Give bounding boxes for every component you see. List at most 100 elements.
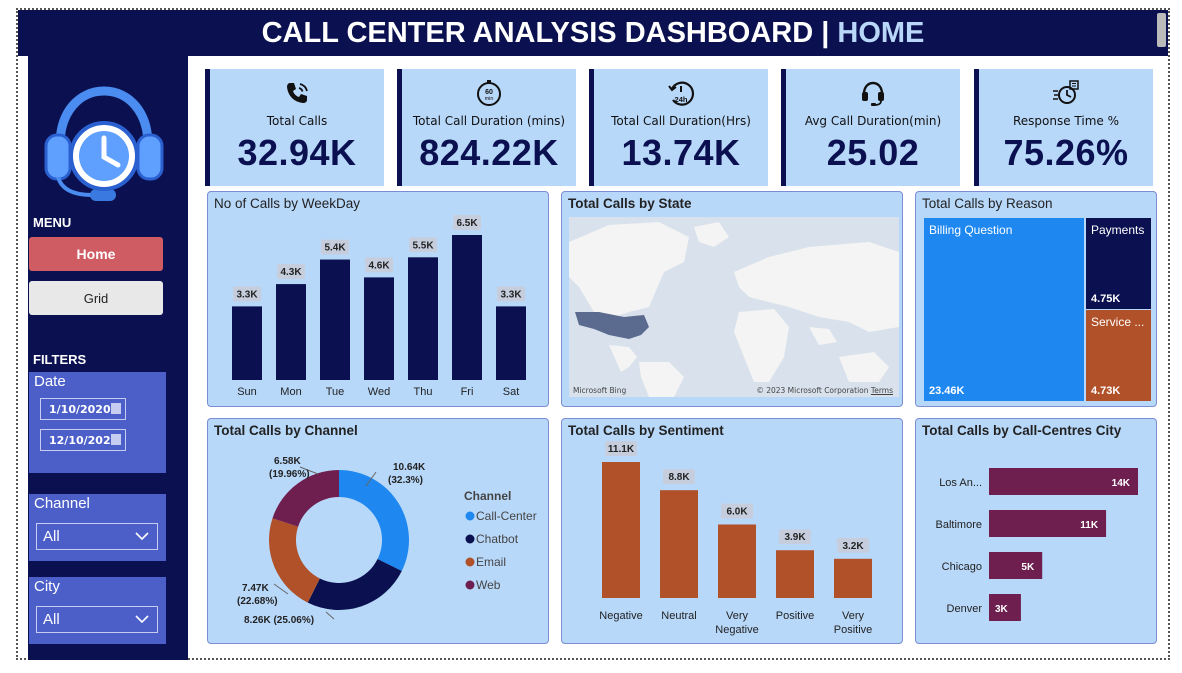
data-label: 4.3K [280,267,302,278]
data-label: 4.6K [368,260,390,271]
data-label: (22.68%) [237,596,278,607]
date-start-input[interactable]: 1/10/2020 [40,398,126,420]
legend-label: Chatbot [476,532,519,546]
channel-donut-chart: 10.64K (32.3%) 8.26K (25.06%) 7.47K (22.68%)… [237,456,537,626]
data-label: (32.3%) [388,475,423,486]
x-tick-label: Fri [461,386,474,398]
phone-icon [287,83,308,103]
data-label: 10.64K [393,462,426,473]
weekday-chart-panel: No of Calls by WeekDay 3.3K Sun 4.3K Mon 5.4… [207,191,549,407]
weekday-bar[interactable] [320,259,350,380]
weekday-bar[interactable] [276,284,306,380]
channel-donut-panel: Total Calls by Channel 10.64K (32.3%) 8.26… [207,418,549,644]
sentiment-bar[interactable] [834,558,872,598]
sentiment-bar[interactable] [718,524,756,598]
data-label: 3K [995,604,1009,615]
city-filter-label: City [34,578,60,595]
reason-treemap-panel: Total Calls by Reason Billing Question 2… [915,191,1157,407]
filters-heading: FILTERS [33,352,87,367]
sentiment-bar[interactable] [602,462,640,598]
world-map[interactable]: Microsoft Bing © 2023 Microsoft Corporat… [569,217,899,397]
city-dropdown[interactable]: All [36,606,158,633]
treemap-tile-billing[interactable]: Billing Question 23.46K [924,218,1084,401]
legend-marker [465,534,475,544]
city-bar[interactable] [989,552,1043,579]
data-label: 5K [1021,562,1035,573]
weekday-bar[interactable] [496,306,526,380]
legend-title: Channel [464,489,511,503]
world-map-shapes [569,217,899,397]
weekday-bar[interactable] [408,257,438,380]
data-label: 11.1K [608,444,635,455]
kpi-card-total-call-duration-mins: 60 min Total Call Duration (mins) 824.22… [397,69,576,186]
y-tick-label: Chicago [942,561,982,573]
x-tick-label: Sun [237,386,257,398]
kpi-value: 32.94K [237,132,357,173]
y-tick-label: Los An... [939,477,982,489]
treemap-tile-name: Payments [1091,223,1145,237]
channel-dropdown[interactable]: All [36,523,158,550]
treemap-tile-payments[interactable]: Payments 4.75K [1086,218,1151,309]
terms-link[interactable]: Terms [871,386,893,395]
clock-24h-icon: 24h [668,81,695,106]
x-tick-label: Very [726,610,749,622]
weekday-bar[interactable] [364,277,394,380]
channel-dropdown-value: All [43,528,60,545]
leader-line [325,611,335,620]
kpi-card-response-time: Response Time % 75.26% [974,69,1153,186]
headset-icon [862,81,884,106]
data-label: 6.58K [274,456,301,467]
x-tick-label: Neutral [661,610,696,622]
x-tick-label: Positive [776,610,815,622]
data-label: 5.4K [324,243,346,254]
data-label: 11K [1080,520,1099,531]
city-chart-panel: Total Calls by Call-Centres City Los An.… [915,418,1157,644]
page-title-main: CALL CENTER ANALYSIS DASHBOARD | [261,16,830,49]
x-tick-label: Very [842,610,865,622]
copyright-text: © 2023 Microsoft Corporation [756,386,869,395]
sentiment-chart-panel: Total Calls by Sentiment 11.1K Negative 8.… [561,418,903,644]
x-tick-label: Negative [715,624,758,636]
weekday-bar[interactable] [232,306,262,380]
data-label: 3.3K [236,289,258,300]
data-label: 14K [1112,478,1131,489]
legend-label: Web [476,578,501,592]
calendar-icon[interactable] [111,403,121,414]
x-tick-label: Negative [599,610,642,622]
legend-label: Call-Center [476,509,537,523]
legend-marker [465,557,475,567]
kpi-card-total-call-duration-hrs: 24h Total Call Duration(Hrs) 13.74K [589,69,768,186]
call-center-agent-logo-icon [44,86,164,201]
donut-slice[interactable] [307,559,402,610]
menu-heading: MENU [33,215,72,230]
y-tick-label: Baltimore [936,519,982,531]
channel-filter-label: Channel [34,495,90,512]
kpi-value: 25.02 [826,132,920,173]
sentiment-bar[interactable] [776,550,814,598]
chevron-down-icon[interactable] [134,528,150,544]
data-label: 8.26K (25.06%) [244,615,314,626]
data-label: 3.3K [500,289,522,300]
date-end-input[interactable]: 12/10/2020 [40,429,126,451]
y-tick-label: Denver [947,603,983,615]
svg-text:24h: 24h [675,95,688,104]
data-label: 3.9K [784,532,806,543]
page-title: CALL CENTER ANALYSIS DASHBOARD | HOME [18,10,1168,56]
home-nav-button[interactable]: Home [29,237,163,271]
kpi-label: Response Time % [1012,114,1120,128]
data-label: 6.5K [456,218,478,229]
treemap-tile-value: 4.73K [1091,385,1121,397]
weekday-bar[interactable] [452,235,482,380]
scrollbar-thumb[interactable] [1157,13,1166,47]
city-filter: City All [29,577,166,644]
donut-slice[interactable] [269,518,320,603]
grid-nav-button[interactable]: Grid [29,281,163,315]
calendar-icon[interactable] [111,434,121,445]
chevron-down-icon[interactable] [134,611,150,627]
kpi-value: 75.26% [1003,132,1129,173]
treemap-tile-service[interactable]: Service ... 4.73K [1086,310,1151,401]
svg-text:60: 60 [485,89,493,96]
data-label: 6.0K [726,506,748,517]
sentiment-bar[interactable] [660,490,698,598]
chart-title: Total Calls by Reason [922,196,1053,211]
